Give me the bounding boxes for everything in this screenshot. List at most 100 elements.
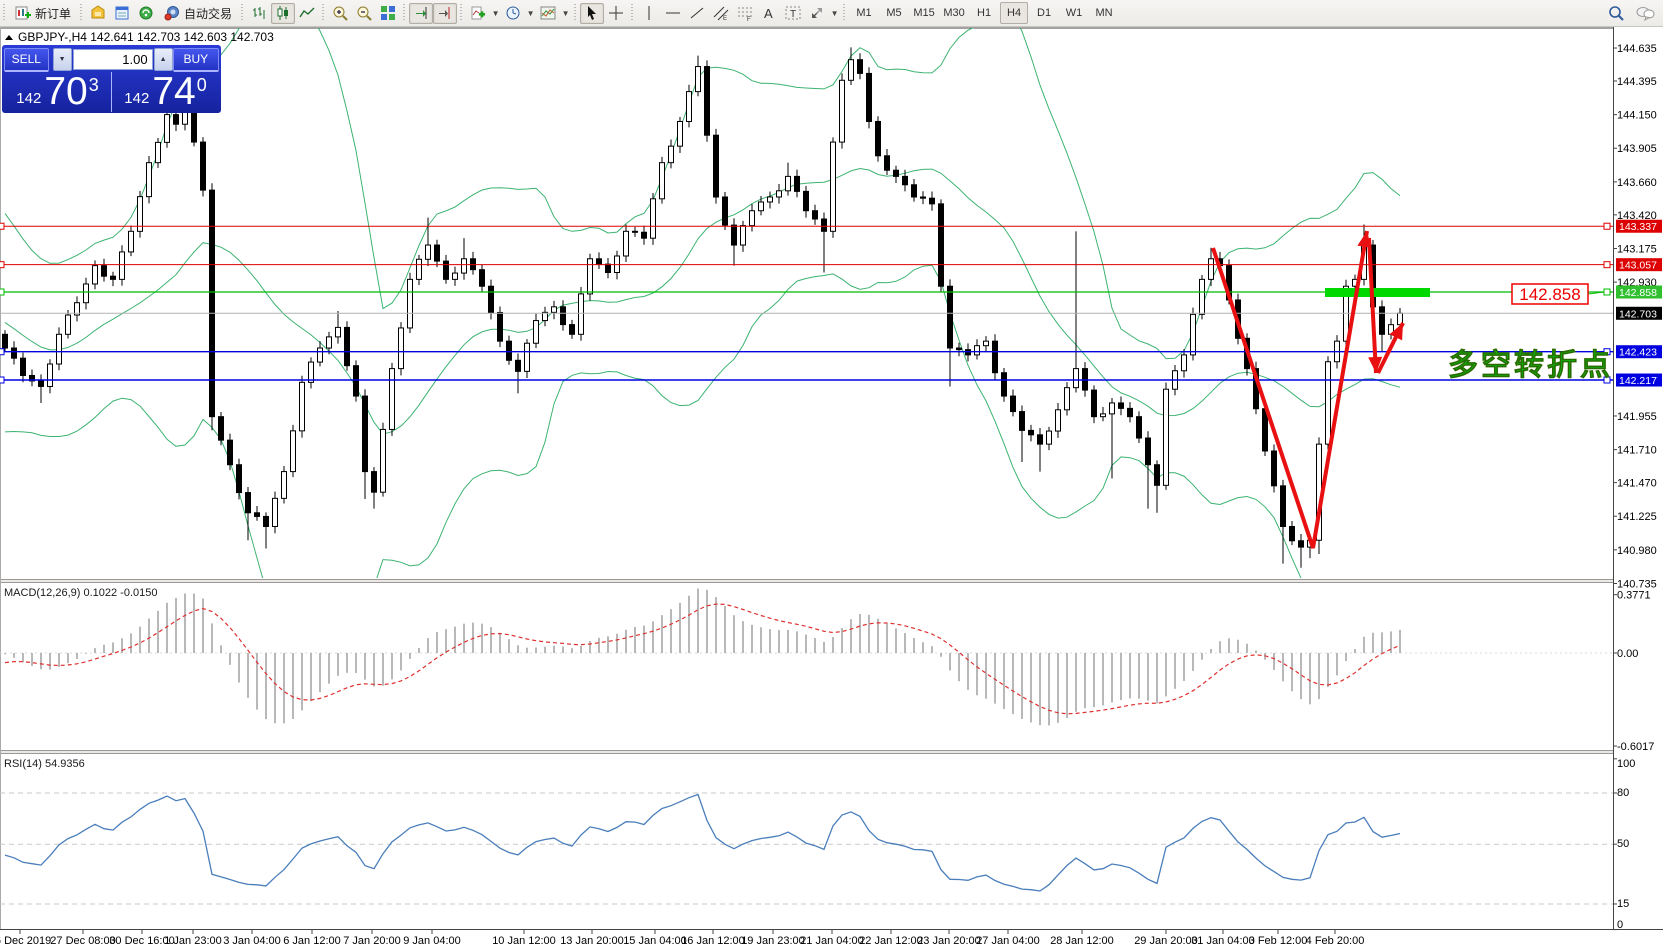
candle xyxy=(786,176,791,190)
templates-caret[interactable]: ▼ xyxy=(560,3,571,24)
search-icon[interactable] xyxy=(1608,5,1625,22)
candle xyxy=(552,307,557,313)
candle xyxy=(174,115,179,125)
trendline-button[interactable] xyxy=(685,3,709,24)
candle xyxy=(534,321,539,344)
auto-scroll-button[interactable] xyxy=(409,3,433,24)
candle xyxy=(579,294,584,334)
candle xyxy=(381,429,386,492)
templates-button[interactable] xyxy=(536,3,560,24)
fibonacci-button[interactable]: F xyxy=(733,3,757,24)
candle xyxy=(831,142,836,231)
svg-text:1 Jan 23:00: 1 Jan 23:00 xyxy=(164,935,222,947)
data-window-button[interactable] xyxy=(110,3,134,24)
tile-windows-button[interactable] xyxy=(376,3,400,24)
candle xyxy=(1119,403,1124,408)
navigator-button[interactable] xyxy=(134,3,158,24)
vertical-line-button[interactable] xyxy=(637,3,661,24)
templates-icon xyxy=(540,5,556,21)
candle xyxy=(687,92,692,122)
candle xyxy=(372,472,377,493)
svg-text:7 Jan 20:00: 7 Jan 20:00 xyxy=(343,935,401,947)
trendline-icon xyxy=(689,5,705,21)
crosshair-button[interactable] xyxy=(604,3,628,24)
candle xyxy=(453,273,458,279)
svg-text:21 Jan 04:00: 21 Jan 04:00 xyxy=(800,935,864,947)
zoom-out-button[interactable] xyxy=(352,3,376,24)
periods-caret[interactable]: ▼ xyxy=(525,3,536,24)
support-bar-annotation[interactable] xyxy=(1325,288,1430,297)
cn-annotation-text[interactable]: 多空转折点 xyxy=(1448,349,1613,382)
symbol-ohlc-header: GBPJPY-,H4 142.641 142.703 142.603 142.7… xyxy=(18,30,274,44)
arrows-caret[interactable]: ▼ xyxy=(829,3,840,24)
bar-chart-button[interactable] xyxy=(247,3,271,24)
svg-text:6 Jan 12:00: 6 Jan 12:00 xyxy=(283,935,341,947)
text-label-button[interactable]: T xyxy=(781,3,805,24)
text-button[interactable]: A xyxy=(757,3,781,24)
candle xyxy=(120,252,125,279)
autotrading-button[interactable]: 自动交易 xyxy=(158,3,238,24)
candle xyxy=(1101,414,1106,417)
timeframe-button-m30[interactable]: M30 xyxy=(940,2,968,24)
zoom-in-button[interactable] xyxy=(328,3,352,24)
candlestick-button[interactable] xyxy=(271,3,295,24)
sell-price[interactable]: 142 70 3 xyxy=(4,72,112,112)
candle xyxy=(1200,279,1205,314)
timeframe-button-mn[interactable]: MN xyxy=(1090,2,1118,24)
candle xyxy=(597,259,602,264)
candle xyxy=(759,202,764,211)
toolbar-grip xyxy=(1,4,8,22)
chat-icon[interactable] xyxy=(1635,5,1655,21)
candle xyxy=(606,264,611,272)
timeframe-button-m1[interactable]: M1 xyxy=(850,2,878,24)
candle xyxy=(12,348,17,358)
svg-text:142.217: 142.217 xyxy=(1619,375,1657,387)
buy-button[interactable]: BUY xyxy=(173,48,219,72)
candle xyxy=(21,358,26,375)
volume-input[interactable] xyxy=(73,49,153,70)
candle xyxy=(777,191,782,197)
candle xyxy=(939,204,944,286)
new-order-button[interactable]: 新订单 xyxy=(9,3,77,24)
svg-text:144.395: 144.395 xyxy=(1617,76,1657,88)
candle xyxy=(876,121,881,155)
candle xyxy=(804,191,809,210)
candle xyxy=(1047,431,1052,444)
timeframe-button-m5[interactable]: M5 xyxy=(880,2,908,24)
volume-increase-button[interactable]: ▲ xyxy=(154,48,173,71)
candle xyxy=(129,231,134,252)
cursor-button[interactable] xyxy=(580,3,604,24)
periods-button[interactable] xyxy=(501,3,525,24)
indicators-caret[interactable]: ▼ xyxy=(490,3,501,24)
arrows-button[interactable] xyxy=(805,3,829,24)
svg-text:141.470: 141.470 xyxy=(1617,478,1657,490)
timeframe-button-w1[interactable]: W1 xyxy=(1060,2,1088,24)
candle xyxy=(282,472,287,499)
volume-decrease-button[interactable]: ▼ xyxy=(53,48,72,71)
chart-canvas[interactable]: 144.635144.395144.150143.905143.660143.4… xyxy=(0,27,1663,949)
sell-button[interactable]: SELL xyxy=(4,48,49,72)
auto-scroll-icon xyxy=(413,5,429,21)
candle xyxy=(345,327,350,365)
candlestick-icon xyxy=(275,5,291,21)
timeframe-button-h4[interactable]: H4 xyxy=(1000,2,1028,24)
timeframe-button-d1[interactable]: D1 xyxy=(1030,2,1058,24)
svg-text:143.337: 143.337 xyxy=(1619,221,1657,233)
candle xyxy=(750,211,755,226)
sell-price-big-figure: 142 xyxy=(16,90,41,107)
market-watch-button[interactable] xyxy=(86,3,110,24)
timeframe-button-m15[interactable]: M15 xyxy=(910,2,938,24)
candle xyxy=(1074,369,1079,388)
candle xyxy=(561,307,566,325)
channel-button[interactable]: E xyxy=(709,3,733,24)
data-window-icon xyxy=(114,5,130,21)
chart-shift-button[interactable] xyxy=(433,3,457,24)
line-chart-button[interactable] xyxy=(295,3,319,24)
buy-price-pips: 74 xyxy=(152,73,195,111)
svg-text:T: T xyxy=(790,9,796,20)
indicators-button[interactable] xyxy=(466,3,490,24)
timeframe-button-h1[interactable]: H1 xyxy=(970,2,998,24)
buy-price[interactable]: 142 74 0 xyxy=(112,72,219,112)
svg-text:143.660: 143.660 xyxy=(1617,177,1657,189)
horizontal-line-button[interactable] xyxy=(661,3,685,24)
